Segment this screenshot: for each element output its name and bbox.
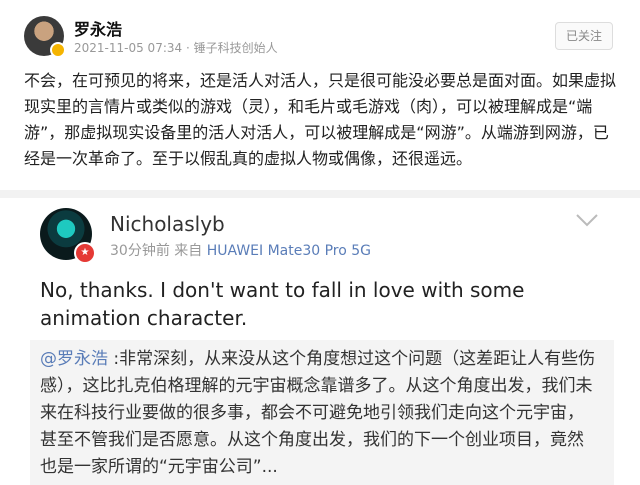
chevron-down-icon[interactable]	[574, 210, 600, 230]
reply-author-name[interactable]: Nicholaslyb	[110, 212, 225, 236]
reply-device: HUAWEI Mate30 Pro 5G	[206, 243, 372, 259]
original-post: 罗永浩 2021-11-05 07:34 · 锤子科技创始人 已关注 不会，在可…	[0, 0, 640, 200]
reply-body: No, thanks. I don't want to fall in love…	[40, 278, 525, 330]
post-author-name[interactable]: 罗永浩	[74, 16, 122, 40]
quoted-text: @罗永浩 :非常深刻，从来没从这个角度想过这个问题（这差距让人有些伤感），这比扎…	[40, 346, 600, 481]
section-divider	[0, 190, 640, 198]
post-body: 不会，在可预见的将来，还是活人对活人，只是很可能没必要总是面对面。如果虚拟现实里…	[24, 71, 617, 168]
quoted-post[interactable]: @罗永浩 :非常深刻，从来没从这个角度想过这个问题（这差距让人有些伤感），这比扎…	[30, 340, 614, 485]
mention-link[interactable]: @罗永浩	[40, 349, 108, 369]
post-meta: 2021-11-05 07:34 · 锤子科技创始人	[74, 41, 278, 55]
user-badge-icon: ★	[74, 242, 96, 264]
reply-post: ★ Nicholaslyb 30分钟前 来自 HUAWEI Mate30 Pro…	[0, 198, 640, 485]
reply-author-avatar[interactable]: ★	[40, 208, 96, 264]
reply-from-label: 来自	[174, 243, 203, 259]
author-avatar[interactable]	[24, 16, 66, 58]
verified-badge-icon	[50, 42, 66, 58]
quoted-body: :非常深刻，从来没从这个角度想过这个问题（这差距让人有些伤感），这比扎克伯格理解…	[40, 349, 596, 477]
reply-time: 30分钟前	[110, 243, 170, 259]
reply-meta: 30分钟前 来自 HUAWEI Mate30 Pro 5G	[110, 240, 371, 260]
follow-button[interactable]: 已关注	[555, 22, 613, 50]
